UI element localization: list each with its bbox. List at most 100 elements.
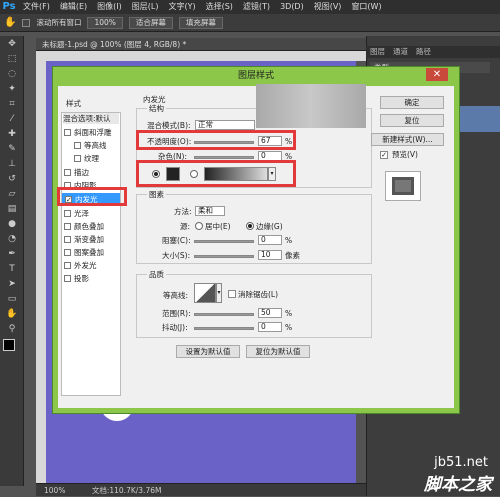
choke-slider[interactable]: [194, 240, 254, 243]
highlight-inner-glow-item: [57, 187, 127, 206]
obscured-region: [256, 84, 366, 128]
style-item-texture[interactable]: 纹理: [74, 153, 99, 164]
gradient-tool-icon[interactable]: ▤: [4, 203, 20, 216]
fill-screen-button[interactable]: 填充屏幕: [178, 16, 223, 29]
eraser-tool-icon[interactable]: ▱: [4, 188, 20, 201]
choke-label: 阻塞(C):: [162, 236, 191, 245]
style-checkbox[interactable]: [64, 210, 71, 217]
style-checkbox[interactable]: [64, 262, 71, 269]
toolbox: ✥ ⬚ ◌ ✦ ⌗ ⁄ ✚ ✎ ⊥ ↺ ▱ ▤ ● ◔ ✒ T ➤ ▭ ✋ ⚲: [0, 36, 24, 486]
style-checkbox[interactable]: [74, 142, 81, 149]
size-slider[interactable]: [194, 255, 254, 258]
hand-tool-icon[interactable]: ✋: [4, 308, 20, 321]
reset-button[interactable]: 复位: [380, 114, 444, 127]
tab-paths[interactable]: 路径: [412, 46, 435, 58]
source-center-radio[interactable]: [195, 222, 203, 230]
crop-tool-icon[interactable]: ⌗: [4, 98, 20, 111]
dodge-tool-icon[interactable]: ◔: [4, 233, 20, 246]
contour-picker[interactable]: [194, 283, 216, 303]
range-input[interactable]: 50: [258, 308, 282, 318]
menu-window[interactable]: 窗口(W): [346, 0, 386, 14]
contour-dropdown-icon[interactable]: ▾: [216, 283, 222, 303]
watermark-url: jb51.net: [434, 455, 488, 470]
style-item-outer-glow[interactable]: 外发光: [64, 260, 97, 271]
menu-filter[interactable]: 滤镜(T): [238, 0, 275, 14]
style-item-pattern-overlay[interactable]: 图案叠加: [64, 247, 104, 258]
menu-layer[interactable]: 图层(L): [127, 0, 164, 14]
shape-tool-icon[interactable]: ▭: [4, 293, 20, 306]
blending-options-item[interactable]: 混合选项:默认: [63, 113, 119, 124]
eyedropper-tool-icon[interactable]: ⁄: [4, 113, 20, 126]
document-tab[interactable]: 未标题-1.psd @ 100% (图层 4, RGB/8) *: [36, 38, 366, 51]
style-checkbox[interactable]: [64, 223, 71, 230]
antialias-checkbox[interactable]: [228, 290, 236, 298]
style-checkbox[interactable]: [64, 249, 71, 256]
history-brush-icon[interactable]: ↺: [4, 173, 20, 186]
style-item-drop-shadow[interactable]: 投影: [64, 273, 89, 284]
move-tool-icon[interactable]: ✥: [4, 38, 20, 51]
marquee-tool-icon[interactable]: ⬚: [4, 53, 20, 66]
style-item-satin[interactable]: 光泽: [64, 208, 89, 219]
style-item-color-overlay[interactable]: 颜色叠加: [64, 221, 104, 232]
source-edge-radio[interactable]: [246, 222, 254, 230]
lasso-tool-icon[interactable]: ◌: [4, 68, 20, 81]
preview-label: 预览(V): [392, 150, 418, 159]
style-checkbox[interactable]: [64, 275, 71, 282]
style-checkbox[interactable]: [74, 155, 81, 162]
reset-default-button[interactable]: 复位为默认值: [246, 345, 310, 358]
hand-tool-icon: ✋: [4, 16, 17, 28]
style-checkbox[interactable]: [64, 169, 71, 176]
blur-tool-icon[interactable]: ●: [4, 218, 20, 231]
range-slider[interactable]: [194, 313, 254, 316]
brush-tool-icon[interactable]: ✎: [4, 143, 20, 156]
size-unit: 像素: [285, 251, 300, 260]
elements-title: 图素: [147, 190, 166, 200]
source-label: 源:: [180, 222, 191, 231]
status-zoom[interactable]: 100%: [36, 486, 65, 495]
foreground-color-swatch[interactable]: [3, 339, 15, 351]
jitter-slider[interactable]: [194, 327, 254, 330]
menu-edit[interactable]: 编辑(E): [55, 0, 92, 14]
choke-unit: %: [285, 236, 293, 245]
style-item-bevel[interactable]: 斜面和浮雕: [64, 127, 112, 138]
style-item-contour[interactable]: 等高线: [74, 140, 107, 151]
source-center-label: 居中(E): [205, 222, 231, 231]
dialog-close-button[interactable]: ✕: [426, 68, 448, 81]
size-input[interactable]: 10: [258, 250, 282, 260]
preview-checkbox[interactable]: ✓: [380, 151, 388, 159]
style-checkbox[interactable]: [64, 129, 71, 136]
photoshop-logo: Ps: [2, 1, 16, 12]
tab-layers[interactable]: 图层: [366, 46, 389, 58]
path-select-tool-icon[interactable]: ➤: [4, 278, 20, 291]
magic-wand-tool-icon[interactable]: ✦: [4, 83, 20, 96]
zoom-100-button[interactable]: 100%: [87, 16, 123, 29]
noise-slider[interactable]: [194, 156, 254, 159]
new-style-button[interactable]: 新建样式(W)...: [371, 133, 444, 146]
style-item-gradient-overlay[interactable]: 渐变叠加: [64, 234, 104, 245]
zoom-tool-icon[interactable]: ⚲: [4, 323, 20, 336]
style-item-stroke[interactable]: 描边: [64, 167, 89, 178]
type-tool-icon[interactable]: T: [4, 263, 20, 276]
healing-tool-icon[interactable]: ✚: [4, 128, 20, 141]
style-checkbox[interactable]: [64, 236, 71, 243]
menu-type[interactable]: 文字(Y): [163, 0, 200, 14]
blend-mode-select[interactable]: 正常: [195, 120, 255, 130]
choke-input[interactable]: 0: [258, 235, 282, 245]
tab-channels[interactable]: 通道: [389, 46, 412, 58]
ok-button[interactable]: 确定: [380, 96, 444, 109]
pen-tool-icon[interactable]: ✒: [4, 248, 20, 261]
menu-view[interactable]: 视图(V): [309, 0, 347, 14]
fit-screen-button[interactable]: 适合屏幕: [128, 16, 173, 29]
color-swatches[interactable]: [3, 339, 21, 367]
method-select[interactable]: 柔和: [195, 206, 225, 216]
menu-select[interactable]: 选择(S): [201, 0, 238, 14]
menu-file[interactable]: 文件(F): [18, 0, 55, 14]
jitter-input[interactable]: 0: [258, 322, 282, 332]
menu-3d[interactable]: 3D(D): [275, 0, 309, 14]
menu-bar: Ps 文件(F) 编辑(E) 图像(I) 图层(L) 文字(Y) 选择(S) 滤…: [0, 0, 500, 14]
stamp-tool-icon[interactable]: ⊥: [4, 158, 20, 171]
scroll-all-windows-checkbox[interactable]: [22, 18, 31, 27]
structure-title: 结构: [147, 104, 166, 114]
menu-image[interactable]: 图像(I): [92, 0, 127, 14]
make-default-button[interactable]: 设置为默认值: [176, 345, 240, 358]
